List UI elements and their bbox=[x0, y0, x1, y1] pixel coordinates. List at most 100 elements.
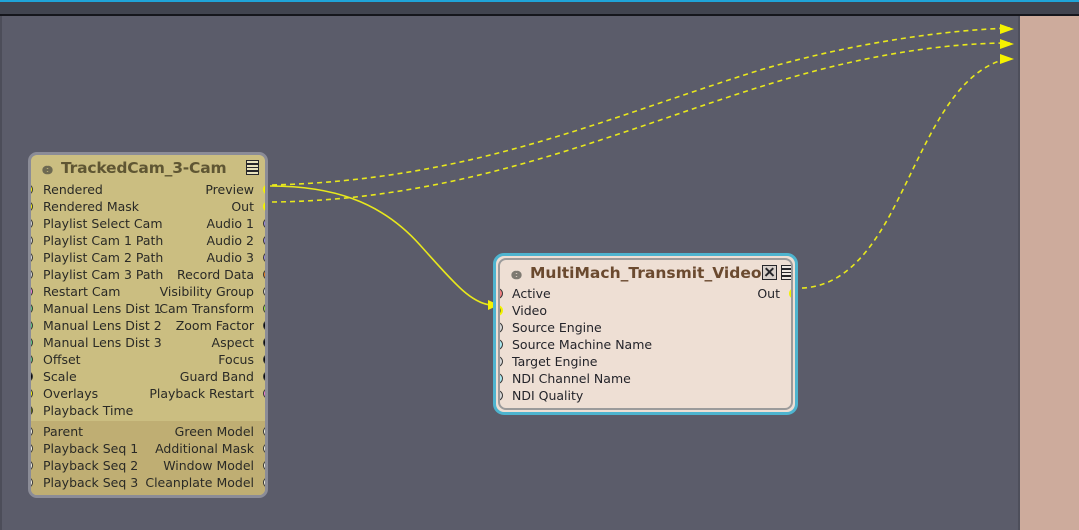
input-label: Active bbox=[500, 286, 551, 301]
input-label: Source Engine bbox=[500, 320, 602, 335]
port-row[interactable]: Overlays Playback Restart bbox=[31, 385, 265, 402]
node-multimach-transmit-video[interactable]: MultiMach_Transmit_Video Active Out Vide bbox=[493, 253, 798, 415]
input-label: Manual Lens Dist 3 bbox=[31, 335, 162, 350]
output-pin[interactable] bbox=[263, 337, 268, 348]
close-icon[interactable] bbox=[762, 265, 777, 280]
output-pin[interactable] bbox=[263, 388, 268, 399]
input-label: Playback Seq 1 bbox=[31, 441, 138, 456]
output-pin[interactable] bbox=[263, 235, 268, 246]
port-row[interactable]: Restart Cam Visibility Group bbox=[31, 283, 265, 300]
output-label: Focus bbox=[218, 351, 254, 368]
output-label: Record Data bbox=[177, 266, 254, 283]
port-row[interactable]: Target Engine bbox=[500, 353, 791, 370]
link-icon bbox=[508, 267, 525, 279]
node-tracked-cam[interactable]: TrackedCam_3-Cam Rendered Preview Render… bbox=[28, 152, 268, 498]
output-label: Zoom Factor bbox=[176, 317, 254, 334]
input-label: Video bbox=[500, 303, 547, 318]
port-row[interactable]: Scale Guard Band bbox=[31, 368, 265, 385]
port-row[interactable]: Source Machine Name bbox=[500, 336, 791, 353]
input-label: Manual Lens Dist 2 bbox=[31, 318, 162, 333]
output-pin[interactable] bbox=[263, 303, 268, 314]
port-row[interactable]: Offset Focus bbox=[31, 351, 265, 368]
port-row[interactable]: NDI Channel Name bbox=[500, 370, 791, 387]
input-label: NDI Channel Name bbox=[500, 371, 631, 386]
output-label: Visibility Group bbox=[160, 283, 254, 300]
port-row[interactable]: Manual Lens Dist 2 Zoom Factor bbox=[31, 317, 265, 334]
output-panel[interactable]: Preview Out Out 2 bbox=[1020, 16, 1079, 530]
port-row[interactable]: Rendered Preview bbox=[31, 181, 265, 198]
wire-arrow-panel-out bbox=[1000, 39, 1014, 49]
output-label: Audio 2 bbox=[207, 232, 254, 249]
wire-arrow-panel-out2 bbox=[1000, 54, 1014, 64]
port-row[interactable]: Playback Seq 1 Additional Mask bbox=[31, 440, 265, 457]
node-multimach-frame: MultiMach_Transmit_Video Active Out Vide bbox=[493, 253, 798, 415]
node-graph-canvas[interactable]: TrackedCam_3-Cam Rendered Preview Render… bbox=[0, 0, 1079, 530]
input-label: Playlist Cam 3 Path bbox=[31, 267, 163, 282]
input-label: Overlays bbox=[31, 386, 98, 401]
input-label: Offset bbox=[31, 352, 81, 367]
output-label: Audio 3 bbox=[207, 249, 254, 266]
port-row[interactable]: Playlist Cam 3 Path Record Data bbox=[31, 266, 265, 283]
port-row[interactable]: Playlist Select Cam Audio 1 bbox=[31, 215, 265, 232]
output-pin[interactable] bbox=[263, 218, 268, 229]
output-label: Guard Band bbox=[180, 368, 254, 385]
input-label: Rendered Mask bbox=[31, 199, 139, 214]
output-pin[interactable] bbox=[263, 460, 268, 471]
input-label: Manual Lens Dist 1 bbox=[31, 301, 162, 316]
node-tracked-cam-ports: Rendered Preview Rendered Mask Out Playl… bbox=[31, 180, 265, 421]
input-label: Source Machine Name bbox=[500, 337, 652, 352]
output-label: Audio 1 bbox=[207, 215, 254, 232]
node-tracked-cam-header[interactable]: TrackedCam_3-Cam bbox=[31, 155, 265, 180]
output-label: Preview bbox=[205, 181, 254, 198]
port-row[interactable]: Playlist Cam 2 Path Audio 3 bbox=[31, 249, 265, 266]
output-label: Out bbox=[757, 285, 780, 302]
port-row[interactable]: Playlist Cam 1 Path Audio 2 bbox=[31, 232, 265, 249]
link-icon bbox=[39, 162, 56, 174]
output-label: Cleanplate Model bbox=[145, 474, 254, 491]
node-multimach-ports: Active Out Video Source Engine Sou bbox=[500, 285, 791, 408]
output-pin[interactable] bbox=[263, 320, 268, 331]
node-title: TrackedCam_3-Cam bbox=[61, 159, 246, 177]
output-pin[interactable] bbox=[263, 443, 268, 454]
output-pin[interactable] bbox=[263, 201, 268, 212]
port-row[interactable]: NDI Quality bbox=[500, 387, 791, 404]
wire-arrow-panel-preview bbox=[1000, 24, 1014, 34]
input-label: Playlist Cam 2 Path bbox=[31, 250, 163, 265]
port-row[interactable]: Parent Green Model bbox=[31, 423, 265, 440]
port-row[interactable]: Playback Seq 2 Window Model bbox=[31, 457, 265, 474]
port-row[interactable]: Playback Time bbox=[31, 402, 265, 419]
input-label: Playlist Select Cam bbox=[31, 216, 163, 231]
node-multimach-header[interactable]: MultiMach_Transmit_Video bbox=[500, 260, 791, 285]
list-icon[interactable] bbox=[781, 265, 793, 280]
window-title-bar bbox=[0, 2, 1079, 14]
output-pin[interactable] bbox=[263, 426, 268, 437]
output-label: Green Model bbox=[175, 423, 254, 440]
node-tracked-cam-footer-ports: Parent Green Model Playback Seq 1 Additi… bbox=[31, 421, 265, 495]
output-label: Window Model bbox=[163, 457, 254, 474]
port-row[interactable]: Rendered Mask Out bbox=[31, 198, 265, 215]
output-pin[interactable] bbox=[263, 269, 268, 280]
output-pin[interactable] bbox=[789, 288, 794, 299]
output-label: Playback Restart bbox=[149, 385, 254, 402]
output-pin[interactable] bbox=[263, 354, 268, 365]
port-row[interactable]: Video bbox=[500, 302, 791, 319]
input-label: Restart Cam bbox=[31, 284, 120, 299]
port-row[interactable]: Manual Lens Dist 1 Cam Transform bbox=[31, 300, 265, 317]
output-pin[interactable] bbox=[263, 477, 268, 488]
output-pin[interactable] bbox=[263, 286, 268, 297]
output-pin[interactable] bbox=[263, 371, 268, 382]
port-row[interactable]: Playback Seq 3 Cleanplate Model bbox=[31, 474, 265, 491]
wire-node2out-to-panel-out2 bbox=[793, 58, 1010, 288]
canvas-left-edge bbox=[0, 16, 2, 530]
list-icon[interactable] bbox=[246, 160, 259, 175]
input-label: Playback Seq 3 bbox=[31, 475, 138, 490]
input-label: Playlist Cam 1 Path bbox=[31, 233, 163, 248]
port-row[interactable]: Manual Lens Dist 3 Aspect bbox=[31, 334, 265, 351]
port-row[interactable]: Source Engine bbox=[500, 319, 791, 336]
input-label: Target Engine bbox=[500, 354, 598, 369]
output-pin[interactable] bbox=[263, 252, 268, 263]
port-row[interactable]: Active Out bbox=[500, 285, 791, 302]
input-label: Playback Time bbox=[31, 403, 133, 418]
output-label: Out bbox=[231, 198, 254, 215]
output-pin[interactable] bbox=[263, 184, 268, 195]
